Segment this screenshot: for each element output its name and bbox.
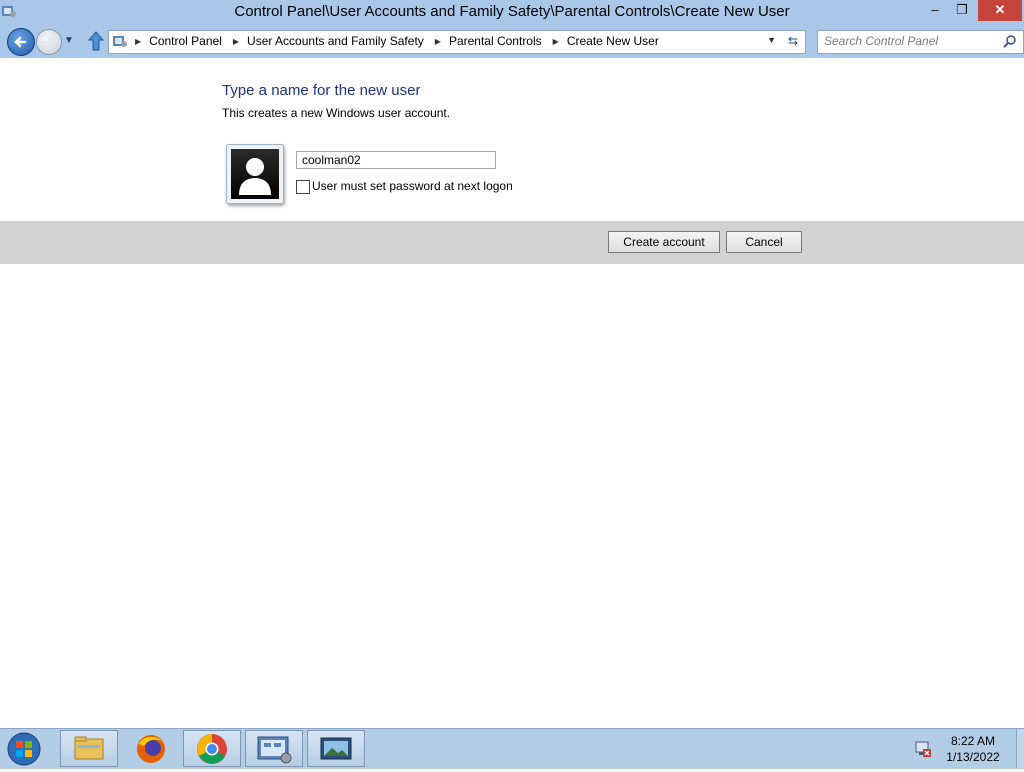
create-account-button[interactable]: Create account xyxy=(608,231,720,253)
start-button[interactable] xyxy=(4,731,44,767)
forward-arrow-icon xyxy=(42,36,55,48)
breadcrumb-item-control-panel[interactable]: Control Panel xyxy=(149,34,222,48)
cancel-button[interactable]: Cancel xyxy=(726,231,802,253)
taskbar-file-explorer[interactable] xyxy=(60,730,118,767)
system-clock[interactable]: 8:22 AM 1/13/2022 xyxy=(940,733,1006,765)
breadcrumb-item-parental-controls[interactable]: Parental Controls xyxy=(449,34,542,48)
show-desktop-button[interactable] xyxy=(1016,729,1024,768)
breadcrumb-item-create-new-user[interactable]: Create New User xyxy=(567,34,659,48)
user-silhouette-icon xyxy=(231,149,279,199)
breadcrumb-chevron-icon[interactable]: ▶ xyxy=(435,37,441,46)
navigation-bar: ▼ ▶ Control Panel ▶ User Accounts and Famil… xyxy=(0,25,1024,58)
folder-icon xyxy=(74,736,104,760)
search-icon[interactable] xyxy=(1003,34,1017,48)
breadcrumb-item-user-accounts[interactable]: User Accounts and Family Safety xyxy=(247,34,424,48)
control-panel-icon xyxy=(257,736,292,764)
control-panel-icon xyxy=(113,36,127,47)
up-arrow-icon[interactable] xyxy=(87,30,105,52)
breadcrumb: ▶ Control Panel ▶ User Accounts and Family … xyxy=(135,34,670,48)
picture-icon xyxy=(320,737,352,760)
address-dropdown-icon[interactable]: ▼ xyxy=(767,35,776,45)
chrome-icon xyxy=(197,734,227,764)
password-change-checkbox[interactable] xyxy=(296,180,310,194)
command-bar: Create account Cancel xyxy=(0,221,1024,264)
address-bar[interactable]: ▶ Control Panel ▶ User Accounts and Family … xyxy=(108,30,782,54)
search-input[interactable] xyxy=(824,33,994,49)
window-title: Control Panel\User Accounts and Family S… xyxy=(234,3,790,20)
firefox-icon xyxy=(137,735,165,763)
breadcrumb-chevron-icon[interactable]: ▶ xyxy=(553,37,559,46)
page-title: Type a name for the new user xyxy=(222,82,421,99)
user-avatar xyxy=(226,144,284,204)
network-tray-icon[interactable] xyxy=(913,739,933,759)
back-button[interactable] xyxy=(7,28,35,56)
history-dropdown-icon[interactable]: ▼ xyxy=(64,35,74,46)
taskbar-photo-viewer[interactable] xyxy=(307,730,365,767)
back-arrow-icon xyxy=(14,36,27,48)
username-input[interactable] xyxy=(296,151,496,169)
taskbar xyxy=(0,728,1024,769)
clock-date: 1/13/2022 xyxy=(946,750,1000,764)
taskbar-firefox[interactable] xyxy=(122,730,180,767)
title-bar: Control Panel\User Accounts and Family S… xyxy=(0,0,1024,25)
refresh-button[interactable]: ⇆ xyxy=(781,30,806,54)
breadcrumb-chevron-icon[interactable]: ▶ xyxy=(233,37,239,46)
password-change-label[interactable]: User must set password at next logon xyxy=(312,179,513,193)
page-description: This creates a new Windows user account. xyxy=(222,106,451,120)
restore-button[interactable]: ❐ xyxy=(945,0,979,21)
forward-button[interactable] xyxy=(36,29,62,55)
taskbar-control-panel[interactable] xyxy=(245,730,303,767)
taskbar-chrome[interactable] xyxy=(183,730,241,767)
breadcrumb-chevron-icon[interactable]: ▶ xyxy=(135,37,141,46)
close-button[interactable]: ✕ xyxy=(978,0,1022,21)
clock-time: 8:22 AM xyxy=(950,734,996,748)
search-box[interactable] xyxy=(817,30,1024,54)
